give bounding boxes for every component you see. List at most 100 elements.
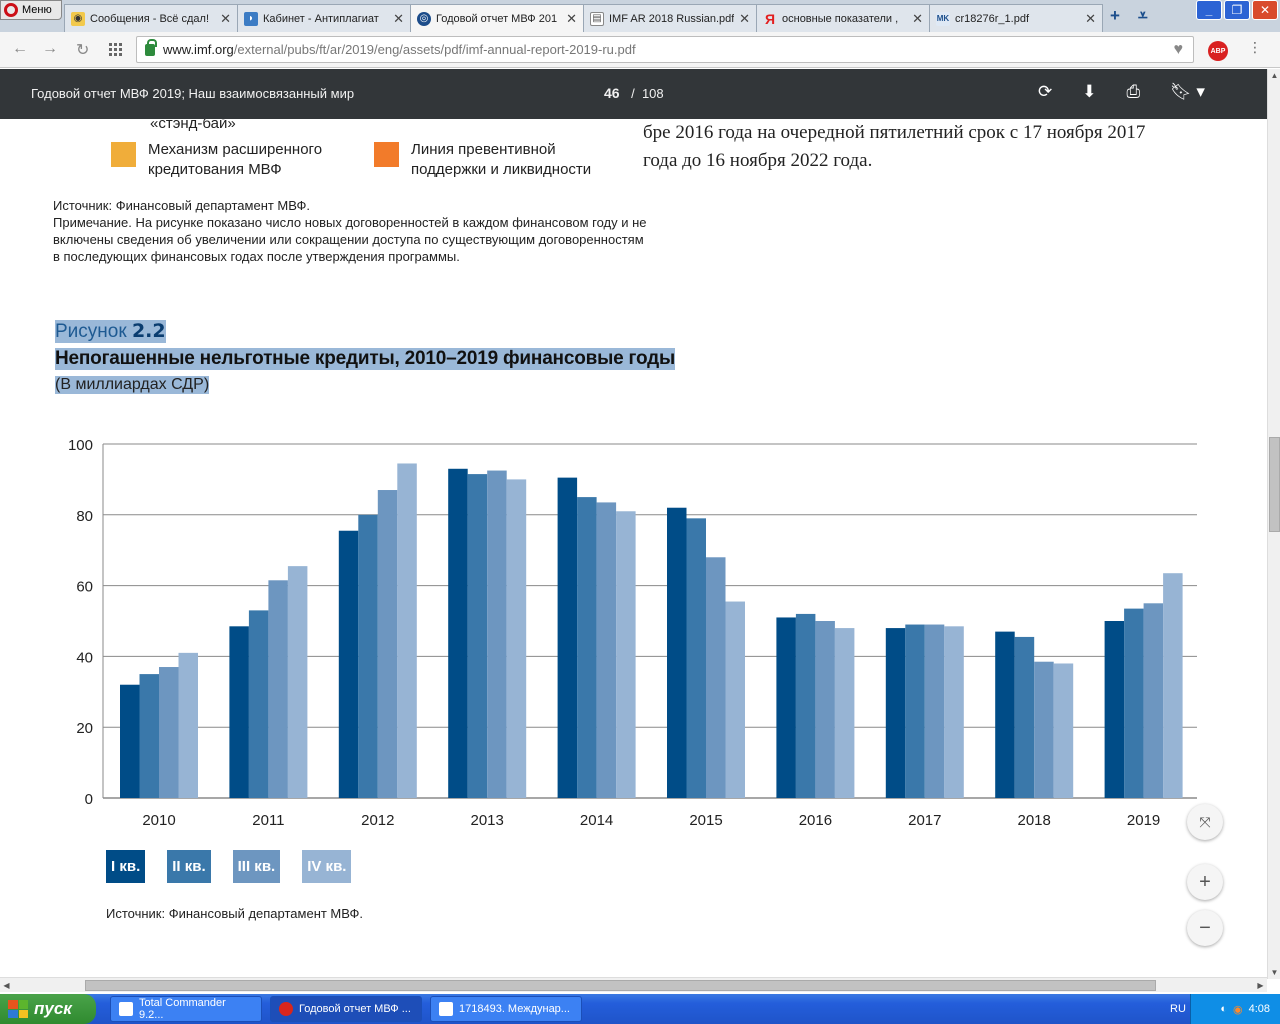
word-icon [439,1002,453,1016]
x-tick-label: 2010 [142,812,175,829]
close-tab-icon[interactable]: ✕ [393,11,404,27]
scroll-down-icon[interactable]: ▼ [1268,966,1280,979]
extensions-menu-icon[interactable]: ⋮ [1246,39,1264,63]
x-tick-label: 2017 [908,812,941,829]
horizontal-scrollbar[interactable]: ◀ ▶ [0,977,1267,992]
task-opera[interactable]: Годовой отчет МВФ ... [270,996,422,1022]
tab-bar: Меню ◉ Сообщения - Всё сдал! ✕ ◗ Кабинет… [0,0,1280,32]
x-tick-label: 2015 [689,812,722,829]
address-bar: ← → ↻ www.imf.org/external/pubs/ft/ar/20… [0,32,1280,68]
close-window-button[interactable]: ✕ [1252,0,1278,20]
fit-page-button[interactable]: ⤧ [1187,804,1223,840]
vertical-scroll-thumb[interactable] [1269,437,1280,532]
menu-label: Меню [22,4,52,16]
legend-q1: I кв. [106,850,146,883]
tab-antiplagiat[interactable]: ◗ Кабинет - Антиплагиат ✕ [237,4,411,32]
x-tick-label: 2019 [1127,812,1160,829]
total-pages: 108 [641,86,664,101]
bar [1143,603,1164,798]
bar [706,557,726,798]
bar [139,674,159,798]
bar [120,684,140,798]
scroll-left-icon[interactable]: ◀ [0,978,13,993]
tray-network-icon[interactable]: ◐ [1220,1003,1227,1015]
tab-cr18276r[interactable]: MK cr18276r_1.pdf ✕ [929,4,1103,32]
x-tick-label: 2018 [1018,812,1051,829]
bar [178,652,198,798]
tab-yandex[interactable]: Я основные показатели , ✕ [756,4,930,32]
maximize-button[interactable]: ❐ [1224,0,1250,20]
y-tick-label: 40 [76,649,93,666]
url-input[interactable]: www.imf.org/external/pubs/ft/ar/2019/eng… [136,36,1194,63]
tab-menu-icon[interactable]: ⩡ [1138,6,1148,26]
minus-icon: − [1199,916,1211,939]
doc-icon: ▤ [590,11,604,26]
x-tick-label: 2012 [361,812,394,829]
opera-menu-button[interactable]: Меню [0,0,62,20]
bar [506,479,527,798]
scroll-right-icon[interactable]: ▶ [1254,978,1267,993]
y-tick-label: 0 [85,791,93,808]
y-tick-label: 20 [76,720,93,737]
bar [467,474,488,798]
legend-item-efm: Механизм расширенного кредитования МВФ [111,140,348,180]
legend-swatch [111,142,136,167]
zoom-out-button[interactable]: − [1187,910,1223,946]
bar [557,477,578,798]
x-tick-label: 2014 [580,812,613,829]
close-tab-icon[interactable]: ✕ [220,11,231,27]
close-tab-icon[interactable]: ✕ [1085,11,1096,27]
owl-icon: ◉ [71,11,85,26]
bar-chart: 0 20 40 60 80 100 2010 2011 2012 2013 2014 2015 2016… [68,437,1197,829]
figure-subtitle: (В миллиардах СДР) [55,376,210,394]
bar [338,530,359,798]
zoom-in-button[interactable]: + [1187,864,1223,900]
tray-opera-icon[interactable]: ◉ [1233,1003,1243,1016]
bar [577,497,597,798]
download-icon[interactable]: ⬇ [1082,82,1096,102]
fit-icon: ⤧ [1199,813,1211,830]
figure-title: Непогашенные нельготные кредиты, 2010–20… [55,348,676,370]
figure-source: Источник: Финансовый департамент МВФ. [106,906,363,921]
bar [448,468,468,798]
new-tab-icon[interactable]: + [1110,6,1120,26]
start-button[interactable]: пуск [0,994,96,1024]
reload-icon[interactable]: ↻ [76,40,89,60]
bar [1104,621,1125,798]
yandex-icon: Я [764,10,776,27]
language-indicator[interactable]: RU [1170,1003,1186,1015]
bookmark-icon[interactable]: 🔖︎ ▾ [1170,82,1205,102]
scroll-up-icon[interactable]: ▲ [1268,69,1280,82]
close-tab-icon[interactable]: ✕ [739,11,750,27]
adblock-icon[interactable]: ABP [1208,41,1228,61]
vertical-scrollbar[interactable]: ▲ ▼ [1267,69,1280,979]
bar [287,566,308,798]
figure-label: Рисунок 2.2 [55,320,166,343]
current-page-input[interactable]: 46 [604,85,620,101]
page-indicator: 46 / 108 [604,85,664,101]
bar [358,514,378,798]
bar [924,624,945,798]
bar [834,628,855,798]
tab-imf-ar-2018[interactable]: ▤ IMF AR 2018 Russian.pdf ✕ [583,4,757,32]
bar [159,667,179,798]
task-word-doc[interactable]: 1718493. Междунар... [430,996,582,1022]
heart-icon[interactable]: ♥ [1174,41,1184,59]
minimize-button[interactable]: _ [1196,0,1222,20]
task-total-commander[interactable]: Total Commander 9.2... [110,996,262,1022]
print-icon[interactable]: ⎙ [1127,82,1141,102]
body-paragraph: бре 2016 года на очередной пятилетний ср… [643,122,1146,171]
tab-imf-report[interactable]: ◎ Годовой отчет МВФ 201 ✕ [410,4,584,32]
forward-icon[interactable]: → [42,40,58,58]
y-tick-label: 80 [76,508,93,525]
bar [776,617,796,798]
close-tab-icon[interactable]: ✕ [912,11,923,27]
horizontal-scroll-thumb[interactable] [85,980,1156,991]
speed-dial-icon[interactable] [109,43,122,56]
pdf-title: Годовой отчет МВФ 2019; Наш взаимосвязан… [31,86,355,101]
close-tab-icon[interactable]: ✕ [566,11,577,27]
back-icon[interactable]: ← [12,40,28,58]
tab-messages[interactable]: ◉ Сообщения - Всё сдал! ✕ [64,4,238,32]
rotate-icon[interactable]: ⟳ [1038,82,1052,102]
bar [667,507,687,798]
